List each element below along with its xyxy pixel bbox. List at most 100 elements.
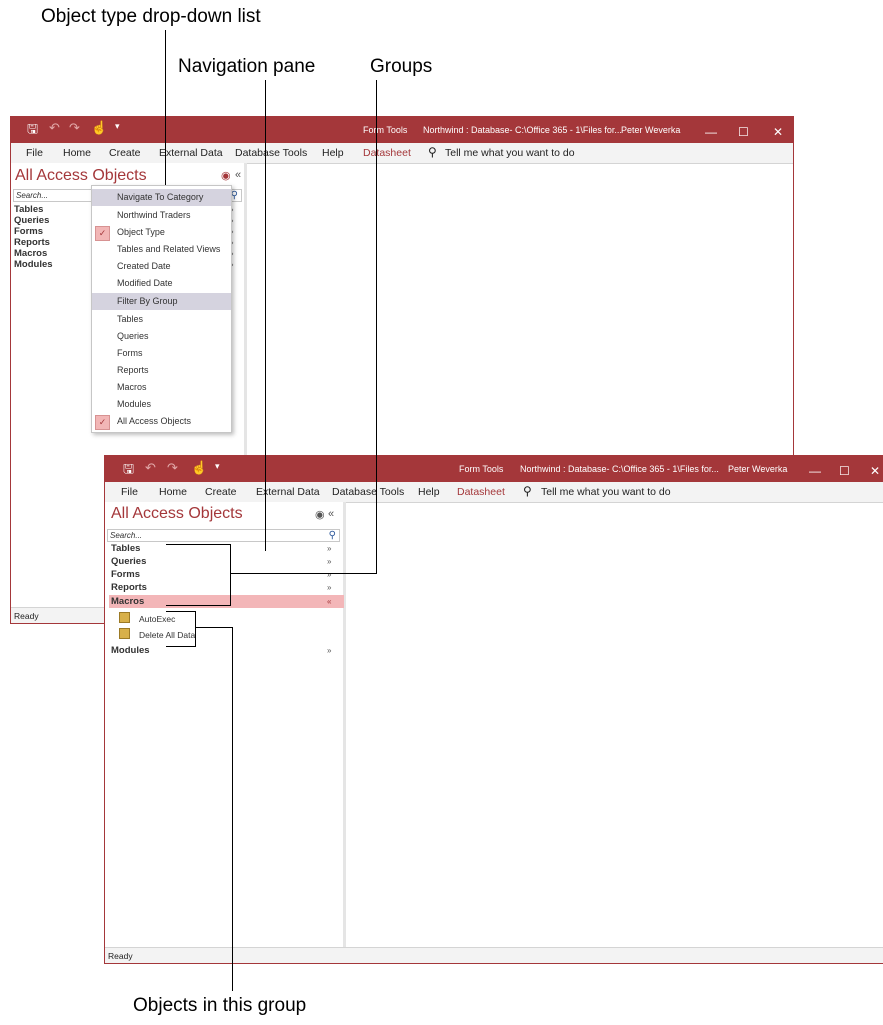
menu-item-label: All Access Objects bbox=[117, 416, 192, 426]
leader-line-groups bbox=[231, 573, 377, 574]
maximize-button[interactable]: ☐ bbox=[738, 125, 749, 139]
leader-line-navigation-pane bbox=[265, 80, 266, 551]
menu-header-filter: Filter By Group bbox=[92, 293, 231, 310]
object-type-menu: Navigate To Category Northwind Traders ✓… bbox=[91, 185, 232, 433]
collapse-chevron-icon[interactable]: « bbox=[327, 597, 331, 606]
context-tab-label: Form Tools bbox=[459, 464, 504, 474]
status-text: Ready bbox=[108, 951, 133, 961]
access-window-front: 🖫 ↶ ↷ ☝ ▾ Form Tools Northwind : Databas… bbox=[104, 455, 883, 964]
tab-datasheet[interactable]: Datasheet bbox=[363, 147, 411, 159]
objects-bracket bbox=[166, 611, 196, 647]
close-button[interactable]: ✕ bbox=[773, 125, 783, 139]
menu-item-object-type[interactable]: ✓ Object Type bbox=[92, 224, 231, 241]
tab-external-data[interactable]: External Data bbox=[159, 147, 223, 159]
search-placeholder: Search... bbox=[16, 191, 49, 200]
callout-object-type: Object type drop-down list bbox=[41, 6, 261, 27]
group-reports[interactable]: Reports bbox=[14, 237, 50, 248]
close-button[interactable]: ✕ bbox=[870, 464, 880, 478]
touch-mode-icon[interactable]: ☝ bbox=[91, 120, 107, 136]
menu-filter-macros[interactable]: Macros bbox=[92, 379, 231, 396]
group-macros[interactable]: Macros bbox=[14, 248, 47, 259]
menu-item-label: Object Type bbox=[117, 227, 165, 237]
group-macros[interactable]: Macros bbox=[111, 596, 144, 607]
group-tables[interactable]: Tables bbox=[111, 543, 140, 554]
menu-item-tables-related[interactable]: Tables and Related Views bbox=[92, 241, 231, 258]
group-queries[interactable]: Queries bbox=[111, 556, 146, 567]
callout-objects: Objects in this group bbox=[133, 995, 307, 1016]
tab-home[interactable]: Home bbox=[63, 147, 91, 159]
tab-database-tools[interactable]: Database Tools bbox=[332, 486, 404, 498]
groups-bracket bbox=[166, 544, 231, 606]
minimize-button[interactable]: — bbox=[705, 125, 717, 139]
minimize-button[interactable]: — bbox=[809, 464, 821, 478]
tab-home[interactable]: Home bbox=[159, 486, 187, 498]
context-tab-label: Form Tools bbox=[363, 125, 408, 135]
group-forms[interactable]: Forms bbox=[111, 569, 140, 580]
undo-icon[interactable]: ↶ bbox=[49, 120, 60, 136]
leader-line-object-type bbox=[165, 30, 166, 185]
tab-database-tools[interactable]: Database Tools bbox=[235, 147, 307, 159]
nav-pane-title[interactable]: All Access Objects bbox=[111, 505, 243, 523]
touch-mode-icon[interactable]: ☝ bbox=[191, 460, 207, 476]
group-modules[interactable]: Modules bbox=[111, 645, 150, 656]
customize-qat-icon[interactable]: ▾ bbox=[115, 121, 120, 132]
ribbon-tabs: File Home Create External Data Database … bbox=[11, 143, 793, 164]
group-reports[interactable]: Reports bbox=[111, 582, 147, 593]
check-icon: ✓ bbox=[95, 226, 110, 241]
collapse-double-left-icon[interactable]: « bbox=[328, 508, 334, 520]
leader-line-groups bbox=[376, 80, 377, 574]
dropdown-circle-icon[interactable]: ◉ bbox=[315, 508, 325, 521]
tab-create[interactable]: Create bbox=[205, 486, 237, 498]
menu-header-navigate: Navigate To Category bbox=[92, 189, 231, 206]
lightbulb-search-icon[interactable]: ⚲ bbox=[523, 484, 532, 498]
lightbulb-search-icon[interactable]: ⚲ bbox=[428, 145, 437, 159]
window-title: Northwind : Database- C:\Office 365 - 1\… bbox=[423, 125, 622, 135]
menu-filter-modules[interactable]: Modules bbox=[92, 396, 231, 413]
search-placeholder: Search... bbox=[110, 531, 143, 540]
expand-chevron-icon[interactable]: » bbox=[327, 557, 331, 566]
tab-datasheet[interactable]: Datasheet bbox=[457, 486, 505, 498]
search-input[interactable]: Search... ⚲ bbox=[107, 529, 340, 542]
tab-help[interactable]: Help bbox=[322, 147, 344, 159]
tab-file[interactable]: File bbox=[26, 147, 43, 159]
leader-line-objects bbox=[196, 627, 233, 628]
save-icon[interactable]: 🖫 bbox=[123, 460, 134, 482]
menu-item-northwind-traders[interactable]: Northwind Traders bbox=[92, 207, 231, 224]
menu-item-created-date[interactable]: Created Date bbox=[92, 258, 231, 275]
menu-filter-tables[interactable]: Tables bbox=[92, 311, 231, 328]
search-icon[interactable]: ⚲ bbox=[329, 530, 336, 541]
group-queries[interactable]: Queries bbox=[14, 215, 49, 226]
expand-chevron-icon[interactable]: » bbox=[327, 646, 331, 655]
nav-pane-title[interactable]: All Access Objects bbox=[15, 167, 147, 185]
macro-icon bbox=[119, 612, 130, 623]
menu-filter-reports[interactable]: Reports bbox=[92, 362, 231, 379]
leader-line-objects bbox=[232, 627, 233, 991]
maximize-button[interactable]: ☐ bbox=[839, 464, 850, 478]
expand-chevron-icon[interactable]: » bbox=[327, 570, 331, 579]
save-icon[interactable]: 🖫 bbox=[27, 120, 38, 142]
tab-create[interactable]: Create bbox=[109, 147, 141, 159]
group-tables[interactable]: Tables bbox=[14, 204, 43, 215]
expand-chevron-icon[interactable]: » bbox=[327, 544, 331, 553]
menu-filter-queries[interactable]: Queries bbox=[92, 328, 231, 345]
redo-icon[interactable]: ↷ bbox=[69, 120, 80, 136]
check-icon: ✓ bbox=[95, 415, 110, 430]
redo-icon[interactable]: ↷ bbox=[167, 460, 178, 476]
tell-me-box[interactable]: Tell me what you want to do bbox=[541, 486, 671, 498]
expand-chevron-icon[interactable]: » bbox=[327, 583, 331, 592]
tell-me-box[interactable]: Tell me what you want to do bbox=[445, 147, 575, 159]
menu-filter-forms[interactable]: Forms bbox=[92, 345, 231, 362]
group-forms[interactable]: Forms bbox=[14, 226, 43, 237]
user-name[interactable]: Peter Weverka bbox=[728, 464, 787, 474]
group-modules[interactable]: Modules bbox=[14, 259, 53, 270]
customize-qat-icon[interactable]: ▾ bbox=[215, 461, 220, 472]
dropdown-circle-icon[interactable]: ◉ bbox=[221, 169, 231, 182]
undo-icon[interactable]: ↶ bbox=[145, 460, 156, 476]
menu-filter-all-access-objects[interactable]: ✓ All Access Objects bbox=[92, 413, 231, 430]
tab-help[interactable]: Help bbox=[418, 486, 440, 498]
collapse-double-left-icon[interactable]: « bbox=[235, 169, 241, 181]
menu-item-modified-date[interactable]: Modified Date bbox=[92, 275, 231, 292]
ribbon-tabs: File Home Create External Data Database … bbox=[105, 482, 883, 503]
tab-file[interactable]: File bbox=[121, 486, 138, 498]
user-name[interactable]: Peter Weverka bbox=[621, 125, 680, 135]
